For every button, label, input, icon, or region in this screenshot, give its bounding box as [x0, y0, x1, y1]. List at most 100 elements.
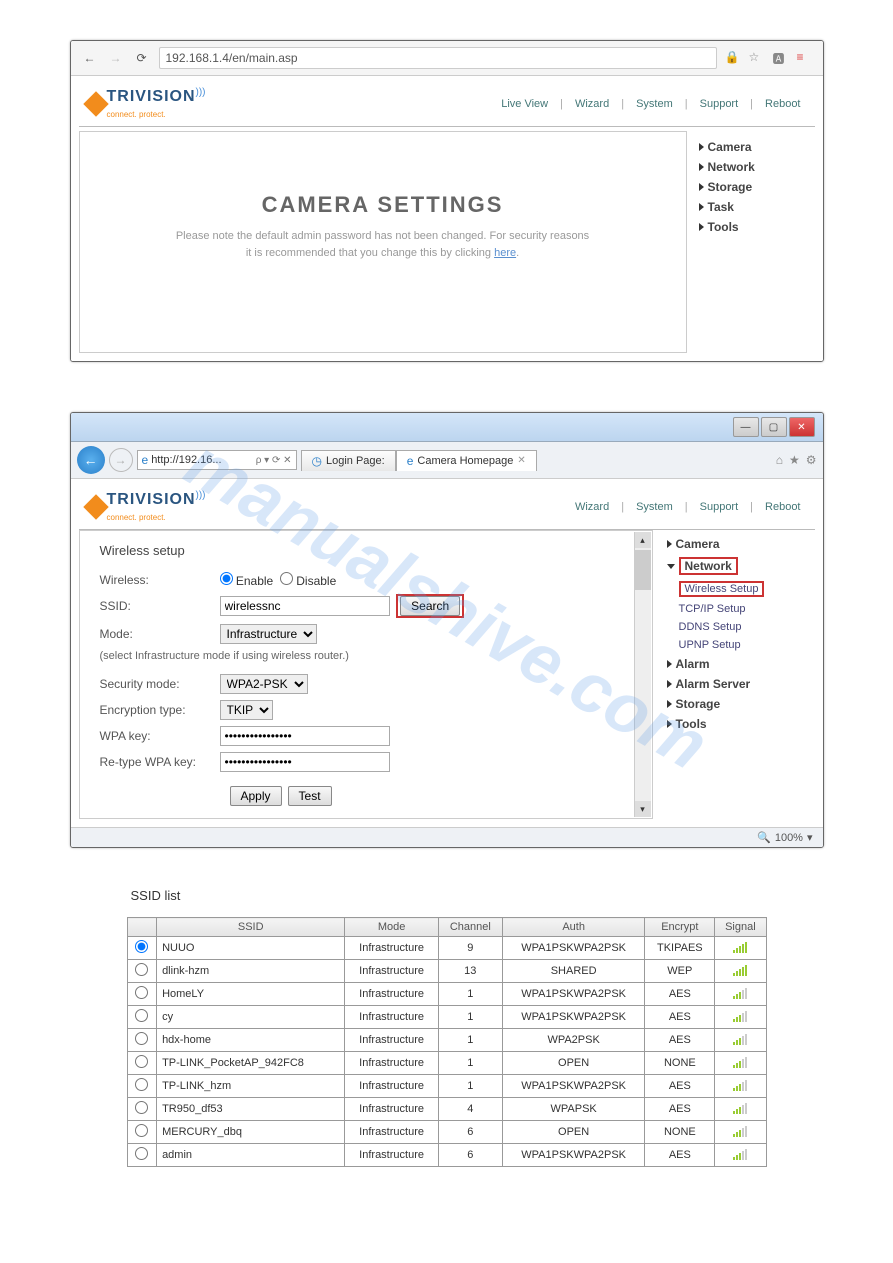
- top-link[interactable]: Support: [694, 501, 745, 513]
- url-controls[interactable]: ρ ▾ ⟳ ✕: [256, 455, 292, 466]
- nav-item[interactable]: Camera: [695, 137, 815, 157]
- here-link[interactable]: here: [494, 247, 516, 259]
- zoom-control[interactable]: 🔍 100% ▾: [757, 831, 812, 844]
- tab-close-icon[interactable]: ✕: [517, 455, 525, 466]
- star-icon[interactable]: ☆: [749, 50, 765, 66]
- select-cell[interactable]: [127, 1075, 157, 1098]
- top-link[interactable]: Reboot: [759, 501, 806, 513]
- ssid-input[interactable]: [220, 596, 390, 616]
- url-field[interactable]: 192.168.1.4/en/main.asp: [159, 47, 717, 69]
- wireless-enable-radio[interactable]: [220, 572, 233, 585]
- apply-button[interactable]: Apply: [230, 786, 282, 806]
- menu-icon[interactable]: ≡: [797, 50, 813, 66]
- table-row[interactable]: cyInfrastructure1WPA1PSKWPA2PSKAES: [127, 1006, 766, 1029]
- ssid-list-title: SSID list: [131, 888, 767, 903]
- nav-storage[interactable]: Storage: [663, 694, 813, 714]
- ssid-table: SSIDModeChannelAuthEncryptSignal NUUOInf…: [127, 917, 767, 1167]
- nav-tools[interactable]: Tools: [663, 714, 813, 734]
- ssid-radio[interactable]: [135, 940, 148, 953]
- table-row[interactable]: hdx-homeInfrastructure1WPA2PSKAES: [127, 1029, 766, 1052]
- nav-tcpip[interactable]: TCP/IP Setup: [663, 600, 813, 618]
- ssid-radio[interactable]: [135, 1101, 148, 1114]
- wireless-disable-radio[interactable]: [280, 572, 293, 585]
- scroll-up-icon[interactable]: ▴: [635, 532, 651, 548]
- security-mode-label: Security mode:: [100, 677, 220, 691]
- signal-icon: [733, 1148, 747, 1160]
- top-link[interactable]: System: [630, 98, 679, 110]
- nav-wireless-setup[interactable]: Wireless Setup: [663, 578, 813, 600]
- favorites-icon[interactable]: ★: [789, 453, 800, 467]
- ssid-radio[interactable]: [135, 1032, 148, 1045]
- select-cell[interactable]: [127, 1052, 157, 1075]
- reload-button[interactable]: ⟳: [133, 49, 151, 67]
- scroll-thumb[interactable]: [635, 550, 651, 590]
- extension-icon[interactable]: 🅰: [773, 50, 789, 66]
- select-cell[interactable]: [127, 937, 157, 960]
- signal-cell: [715, 983, 766, 1006]
- select-cell[interactable]: [127, 983, 157, 1006]
- table-row[interactable]: TR950_df53Infrastructure4WPAPSKAES: [127, 1098, 766, 1121]
- table-row[interactable]: HomeLYInfrastructure1WPA1PSKWPA2PSKAES: [127, 983, 766, 1006]
- auth-cell: WPA1PSKWPA2PSK: [502, 1144, 645, 1167]
- forward-button[interactable]: →: [107, 49, 125, 67]
- top-link[interactable]: Wizard: [569, 501, 615, 513]
- mode-select[interactable]: Infrastructure: [220, 624, 317, 644]
- ssid-radio[interactable]: [135, 1009, 148, 1022]
- table-row[interactable]: dlink-hzmInfrastructure13SHAREDWEP: [127, 960, 766, 983]
- ssid-radio[interactable]: [135, 1078, 148, 1091]
- scrollbar[interactable]: ▴▾: [634, 532, 651, 817]
- table-row[interactable]: TP-LINK_PocketAP_942FC8Infrastructure1OP…: [127, 1052, 766, 1075]
- scroll-down-icon[interactable]: ▾: [635, 801, 651, 817]
- nav-item[interactable]: Storage: [695, 177, 815, 197]
- select-cell[interactable]: [127, 1098, 157, 1121]
- nav-item[interactable]: Task: [695, 197, 815, 217]
- ie-url-field[interactable]: e http://192.16... ρ ▾ ⟳ ✕: [137, 450, 297, 470]
- encryption-select[interactable]: TKIP: [220, 700, 273, 720]
- nav-ddns[interactable]: DDNS Setup: [663, 618, 813, 636]
- ssid-radio[interactable]: [135, 1147, 148, 1160]
- page-content: TRIVISION))) connect. protect. Live View…: [71, 76, 823, 361]
- top-link[interactable]: Live View: [495, 98, 554, 110]
- test-button[interactable]: Test: [288, 786, 332, 806]
- security-mode-select[interactable]: WPA2-PSK: [220, 674, 308, 694]
- ssid-radio[interactable]: [135, 986, 148, 999]
- search-button[interactable]: Search: [400, 596, 460, 616]
- minimize-button[interactable]: —: [733, 417, 759, 437]
- select-cell[interactable]: [127, 1121, 157, 1144]
- select-cell[interactable]: [127, 1144, 157, 1167]
- nav-item[interactable]: Tools: [695, 217, 815, 237]
- wpa-key-input[interactable]: [220, 726, 390, 746]
- nav-label: Tools: [708, 220, 739, 234]
- ssid-radio[interactable]: [135, 1124, 148, 1137]
- maximize-button[interactable]: ▢: [761, 417, 787, 437]
- nav-alarm-server[interactable]: Alarm Server: [663, 674, 813, 694]
- table-row[interactable]: adminInfrastructure6WPA1PSKWPA2PSKAES: [127, 1144, 766, 1167]
- home-icon[interactable]: ⌂: [776, 453, 783, 467]
- table-row[interactable]: TP-LINK_hzmInfrastructure1WPA1PSKWPA2PSK…: [127, 1075, 766, 1098]
- ssid-radio[interactable]: [135, 963, 148, 976]
- tab-login[interactable]: ◷Login Page:: [301, 450, 396, 471]
- select-cell[interactable]: [127, 960, 157, 983]
- nav-camera[interactable]: Camera: [663, 534, 813, 554]
- select-cell[interactable]: [127, 1029, 157, 1052]
- top-link[interactable]: System: [630, 501, 679, 513]
- nav-alarm[interactable]: Alarm: [663, 654, 813, 674]
- ie-forward-button[interactable]: →: [109, 448, 133, 472]
- table-row[interactable]: NUUOInfrastructure9WPA1PSKWPA2PSKTKIPAES: [127, 937, 766, 960]
- nav-upnp[interactable]: UPNP Setup: [663, 636, 813, 654]
- nav-network[interactable]: Network: [663, 554, 813, 578]
- back-button[interactable]: ←: [81, 49, 99, 67]
- settings-icon[interactable]: ⚙: [806, 453, 817, 467]
- nav-item[interactable]: Network: [695, 157, 815, 177]
- ssid-radio[interactable]: [135, 1055, 148, 1068]
- table-row[interactable]: MERCURY_dbqInfrastructure6OPENNONE: [127, 1121, 766, 1144]
- tab-camera-homepage[interactable]: eCamera Homepage✕: [396, 450, 537, 471]
- close-button[interactable]: ✕: [789, 417, 815, 437]
- top-link[interactable]: Support: [694, 98, 745, 110]
- select-cell[interactable]: [127, 1006, 157, 1029]
- ie-back-button[interactable]: ←: [77, 446, 105, 474]
- retype-wpa-input[interactable]: [220, 752, 390, 772]
- column-header: Signal: [715, 918, 766, 937]
- top-link[interactable]: Reboot: [759, 98, 806, 110]
- top-link[interactable]: Wizard: [569, 98, 615, 110]
